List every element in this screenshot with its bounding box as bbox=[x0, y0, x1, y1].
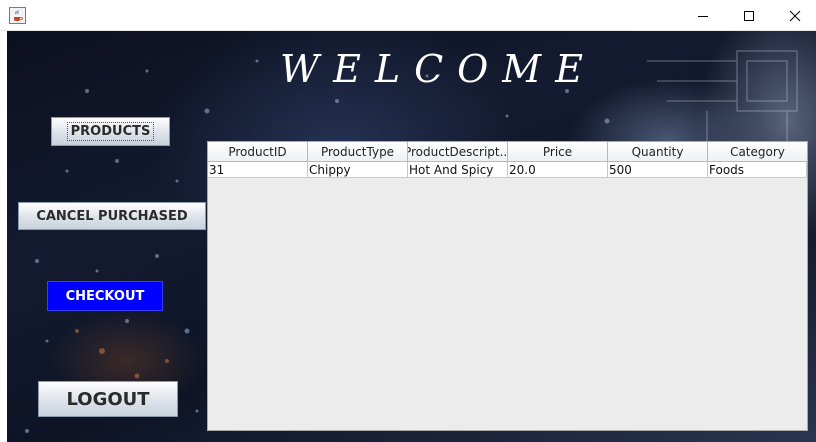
column-header-productdescription[interactable]: ProductDescript... bbox=[408, 142, 508, 162]
column-header-category[interactable]: Category bbox=[708, 142, 807, 162]
products-button[interactable]: PRODUCTS bbox=[51, 117, 170, 146]
column-header-producttype[interactable]: ProductType bbox=[308, 142, 408, 162]
logout-button[interactable]: LOGOUT bbox=[38, 381, 178, 417]
cancel-purchased-button[interactable]: CANCEL PURCHASED bbox=[18, 202, 206, 230]
close-icon[interactable] bbox=[772, 0, 816, 31]
table-header: ProductID ProductType ProductDescript...… bbox=[208, 142, 807, 162]
table-cell[interactable]: Foods bbox=[708, 162, 807, 178]
table-cell[interactable]: Hot And Spicy bbox=[408, 162, 508, 178]
java-coffee-icon[interactable] bbox=[9, 7, 26, 24]
table-cell[interactable]: Chippy bbox=[308, 162, 408, 178]
window-titlebar bbox=[0, 0, 816, 31]
products-button-label: PRODUCTS bbox=[66, 122, 155, 141]
main-panel: WELCOME PRODUCTS CANCEL PURCHASED CHECKO… bbox=[7, 31, 816, 442]
maximize-icon[interactable] bbox=[726, 0, 772, 31]
table-cell[interactable]: 31 bbox=[208, 162, 308, 178]
page-title: WELCOME bbox=[280, 47, 597, 91]
table-cell[interactable]: 20.0 bbox=[508, 162, 608, 178]
column-header-productid[interactable]: ProductID bbox=[208, 142, 308, 162]
checkout-button[interactable]: CHECKOUT bbox=[47, 281, 163, 311]
table-cell[interactable]: 500 bbox=[608, 162, 708, 178]
minimize-icon[interactable] bbox=[680, 0, 726, 31]
table-row[interactable]: 31 Chippy Hot And Spicy 20.0 500 Foods bbox=[208, 162, 807, 178]
column-header-quantity[interactable]: Quantity bbox=[608, 142, 708, 162]
column-header-price[interactable]: Price bbox=[508, 142, 608, 162]
products-table[interactable]: ProductID ProductType ProductDescript...… bbox=[207, 141, 808, 431]
